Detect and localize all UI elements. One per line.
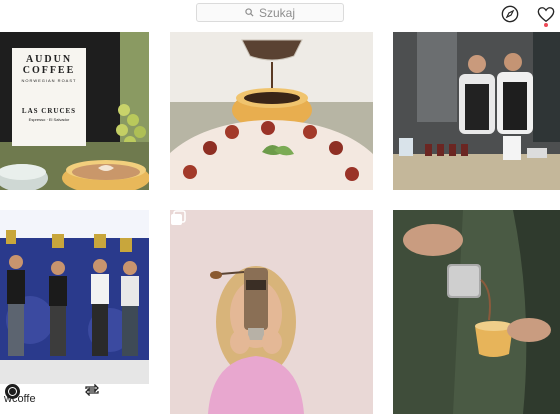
compass-icon: [501, 5, 519, 23]
post-thumbnail-baristas[interactable]: [393, 32, 560, 190]
post-thumbnail-grinder[interactable]: [170, 210, 373, 414]
bag-brand: COFFEE: [22, 65, 76, 76]
notification-dot: [544, 23, 548, 27]
avatar: [5, 384, 20, 399]
multiple-photos-icon: [171, 210, 186, 225]
post-thumbnail-coffee-cake[interactable]: [170, 32, 373, 190]
search-input[interactable]: Szukaj: [196, 3, 344, 22]
girl-with-grinder-photo: [170, 210, 373, 414]
post-thumbnail-champions[interactable]: wcoffe: [0, 210, 149, 414]
heart-icon: [537, 6, 555, 22]
baristas-competition-photo: [393, 32, 560, 190]
bag-origin: Espresso · El Salvador: [28, 117, 70, 122]
bag-brand: AUDUN: [25, 54, 73, 65]
activity-button[interactable]: [536, 4, 556, 24]
post-thumbnail-pitcher[interactable]: [393, 210, 560, 414]
bag-coffee-name: LAS CRUCES: [21, 107, 77, 115]
repost-icon: [85, 384, 99, 396]
coffee-bag-label: AUDUN COFFEE NORWEGIAN ROAST LAS CRUCES …: [12, 48, 86, 146]
bag-subtitle: NORWEGIAN ROAST: [21, 78, 77, 83]
champions-with-trophies-photo: [0, 210, 149, 384]
explore-button[interactable]: [500, 4, 520, 24]
search-placeholder: Szukaj: [258, 5, 296, 20]
repost-bar: wcoffe: [0, 384, 149, 414]
search-icon: [245, 8, 254, 17]
milk-pitcher-pour-photo: [393, 210, 560, 414]
top-bar: Szukaj: [0, 0, 560, 28]
coffee-pouring-cake-photo: [170, 32, 373, 190]
post-thumbnail-coffee-bag[interactable]: AUDUN COFFEE NORWEGIAN ROAST LAS CRUCES …: [0, 32, 149, 190]
